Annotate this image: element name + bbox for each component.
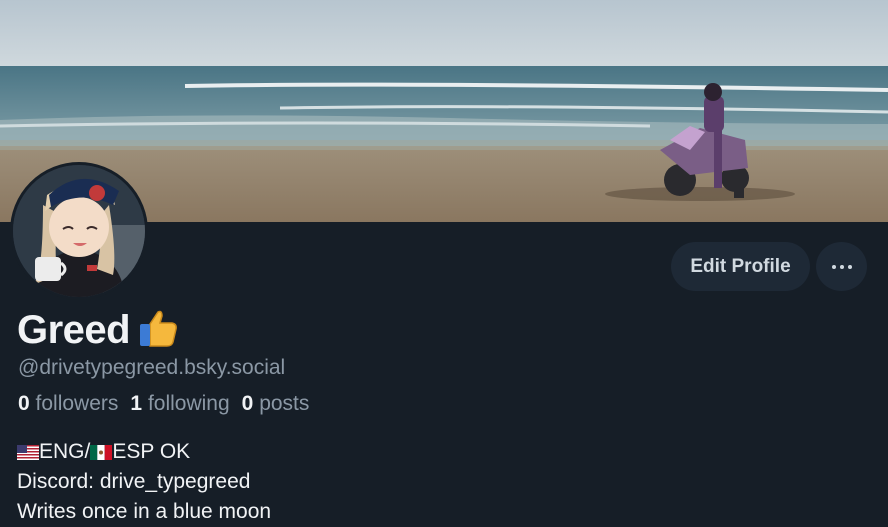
bio-tagline: Writes once in a blue moon [17, 500, 272, 523]
edit-profile-button[interactable]: Edit Profile [671, 242, 810, 291]
thumbs-up-icon [136, 306, 180, 355]
more-options-button[interactable] [816, 242, 867, 291]
display-name: Greed [17, 308, 131, 352]
bio-languages: ENG/ ESP OK [17, 437, 271, 467]
posts-count: 0 posts [241, 392, 310, 415]
bio-discord: Discord: drive_typegreed [17, 470, 251, 493]
us-flag-icon [17, 444, 39, 460]
display-name-row: Greed [17, 306, 180, 355]
following-link[interactable]: 1 following [130, 392, 229, 416]
mexico-flag-icon [90, 444, 113, 460]
avatar-image [13, 165, 145, 297]
avatar[interactable] [10, 162, 148, 300]
followers-link[interactable]: 0 followers [18, 392, 118, 416]
profile-stats: 0 followers 1 following 0 posts [18, 392, 309, 416]
ellipsis-icon [831, 264, 852, 269]
profile-handle: @drivetypegreed.bsky.social [18, 356, 286, 379]
profile-bio: ENG/ ESP OK Discord: drive_typegreed Wri… [17, 437, 271, 527]
